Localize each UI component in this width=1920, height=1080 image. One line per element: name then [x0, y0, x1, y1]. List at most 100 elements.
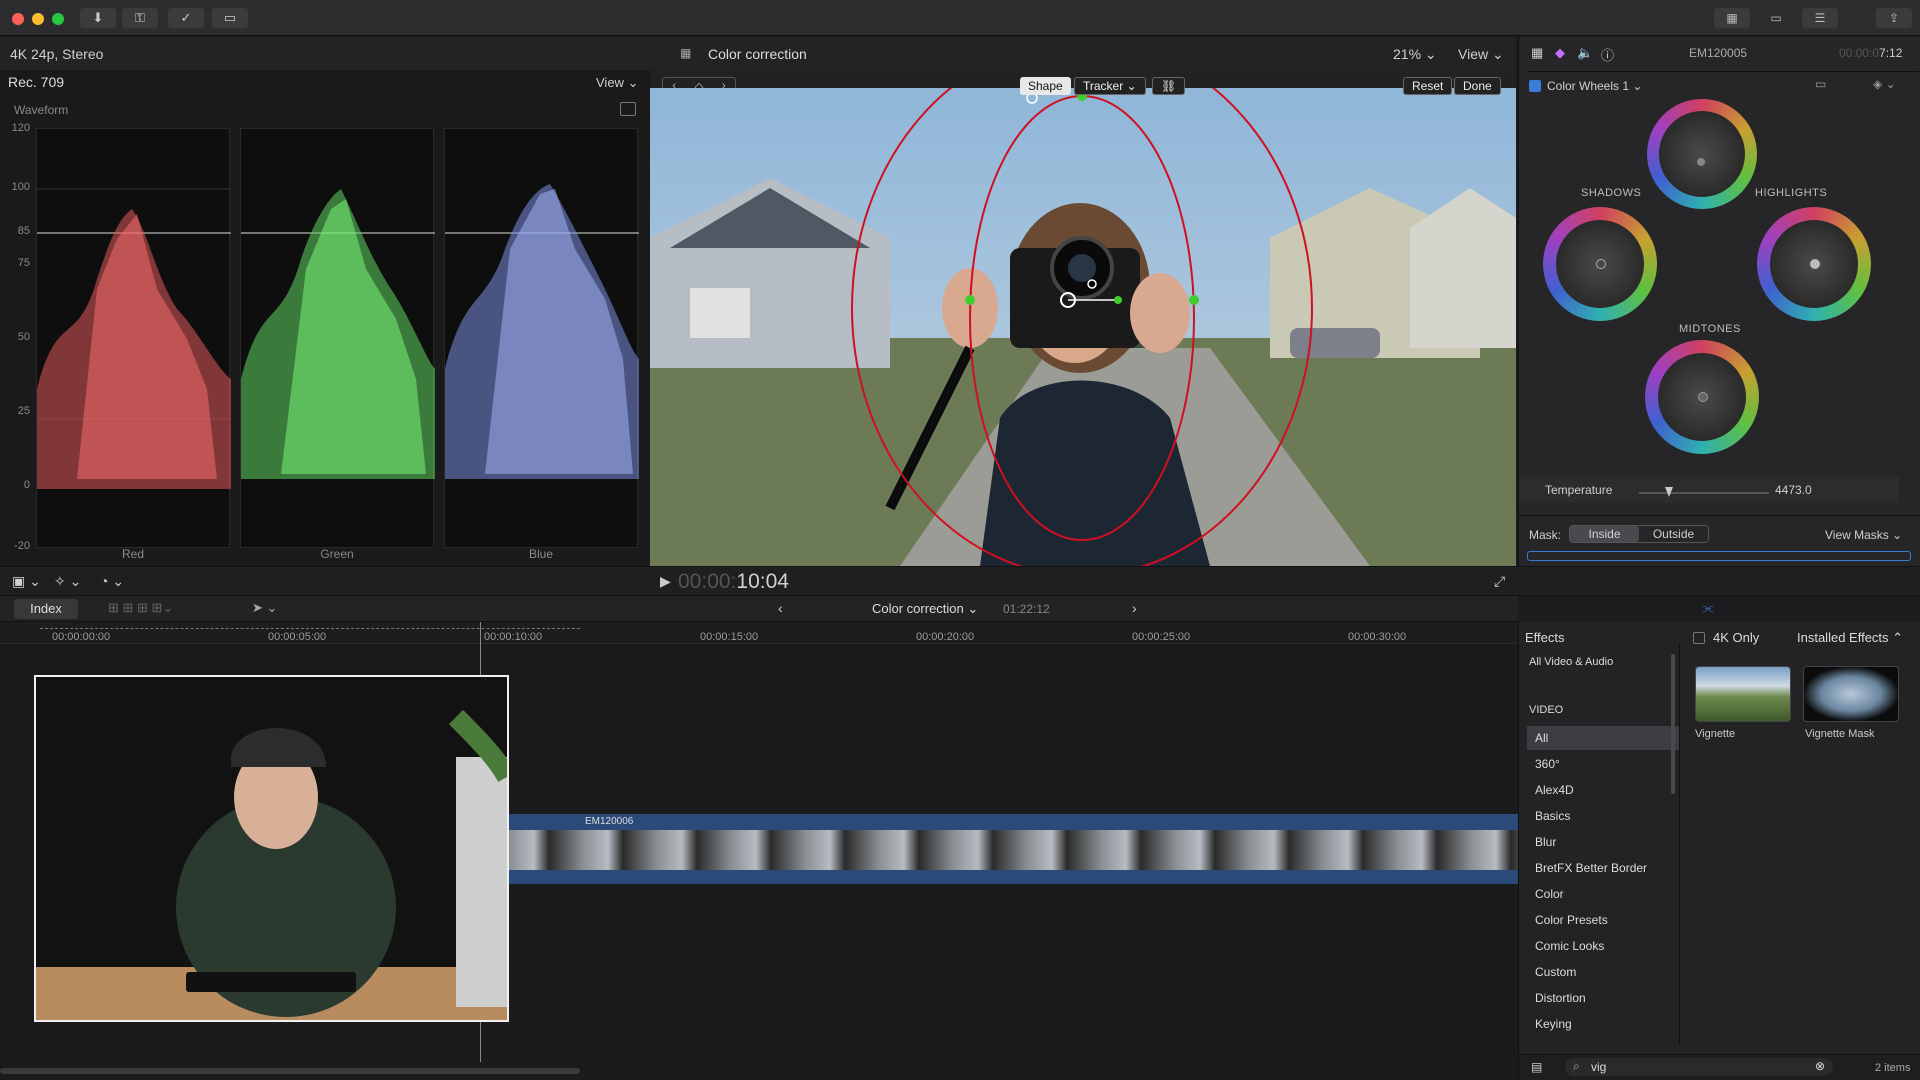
timeline[interactable]: EM120006 — [0, 622, 1518, 1080]
clip-name-label: EM120006 — [585, 816, 634, 827]
view-masks-menu[interactable]: View Masks ⌄ — [1825, 528, 1902, 542]
retime-icon[interactable]: ◔ ⌄ — [100, 573, 124, 590]
zoom-menu[interactable]: 21% ⌄ — [1393, 46, 1437, 63]
installed-effects-menu[interactable]: Installed Effects ⌃ — [1797, 630, 1903, 646]
zoom-window-button[interactable] — [52, 13, 64, 25]
timeline-toggle-icon[interactable]: ▭ — [1758, 8, 1794, 28]
color-space-label: Rec. 709 — [8, 74, 65, 90]
audio-inspector-icon[interactable]: 🔈 — [1577, 45, 1593, 61]
keywords-icon[interactable]: ⚿ — [122, 8, 158, 28]
import-icon[interactable]: ⬇ — [80, 8, 116, 28]
color-inspector: ▦ ◆ 🔈 ⓘ EM120005 00:00:07:12 Color Wheel… — [1518, 37, 1920, 566]
viewer-view-menu[interactable]: View ⌄ — [1458, 46, 1504, 63]
effect-menu[interactable]: Color Wheels 1 ⌄ — [1547, 79, 1642, 93]
fullscreen-icon[interactable]: ⤢ — [1494, 573, 1505, 590]
ruler-tick: 00:00:20:00 — [916, 631, 975, 643]
video-viewer[interactable]: ‹ ◇ › Shape Tracker ⌄ ⛓ Reset Done — [650, 70, 1516, 566]
share-icon[interactable]: ▭ — [212, 8, 248, 28]
play-button[interactable]: ▶ — [660, 573, 671, 590]
timecode-dim: 00:00: — [678, 570, 737, 593]
y-tick-label: 100 — [11, 181, 30, 193]
keyframe-icon[interactable]: ◈ ⌄ — [1873, 77, 1896, 91]
connected-clip-thumbnail[interactable] — [34, 675, 516, 1022]
search-icon: ⌕ — [1573, 1059, 1580, 1073]
project-menu[interactable]: Color correction ⌄ — [872, 601, 978, 617]
category-color-presets[interactable]: Color Presets — [1527, 908, 1679, 932]
enhance-icon[interactable]: ✧ ⌄ — [54, 573, 81, 590]
timeline-back-button[interactable]: ‹ — [778, 600, 783, 616]
sidebar-toggle-icon[interactable]: ▤ — [1531, 1060, 1542, 1074]
timeline-ruler[interactable] — [0, 622, 1518, 644]
effect-enable-checkbox[interactable] — [1529, 80, 1541, 92]
browser-toggle-icon[interactable]: ▦ — [1714, 8, 1750, 28]
all-video-audio[interactable]: All Video & Audio — [1529, 656, 1613, 668]
tracker-button[interactable]: Tracker ⌄ — [1074, 77, 1146, 95]
category-all[interactable]: All — [1527, 726, 1679, 750]
shadows-label: SHADOWS — [1581, 187, 1642, 199]
master-puck[interactable] — [1697, 158, 1705, 166]
channel-label-green: Green — [320, 547, 354, 561]
outside-button[interactable]: Outside — [1639, 526, 1708, 542]
shadows-puck[interactable] — [1596, 259, 1606, 269]
midtones-puck[interactable] — [1698, 392, 1708, 402]
connect-clip-icon[interactable]: ⊞ ⊞ ⊞ ⊞⌄ — [108, 600, 173, 616]
search-field[interactable]: ⌕ vig ⊗ — [1565, 1058, 1833, 1076]
category-scrollbar[interactable] — [1671, 654, 1675, 794]
clip-filmstrip — [509, 830, 1518, 870]
search-input[interactable]: vig — [1591, 1060, 1606, 1074]
shape-button[interactable]: Shape — [1020, 77, 1071, 95]
timeline-toolbar: Index ⊞ ⊞ ⊞ ⊞⌄ ➤ ⌄ ‹ Color correction ⌄ … — [0, 596, 1715, 710]
category-basics[interactable]: Basics — [1527, 804, 1679, 828]
inside-button[interactable]: Inside — [1570, 526, 1639, 542]
item-count: 2 items — [1875, 1062, 1911, 1074]
master-wheel-center — [1659, 111, 1745, 197]
category-distortion[interactable]: Distortion — [1527, 986, 1679, 1010]
4k-only-label: 4K Only — [1713, 630, 1760, 645]
channel-label-red: Red — [121, 547, 144, 561]
category-comic-looks[interactable]: Comic Looks — [1527, 934, 1679, 958]
inspector-toggle-icon[interactable]: ☰ — [1802, 8, 1838, 28]
mask-mode-segmented[interactable]: Inside Outside — [1569, 525, 1709, 543]
scope-header: 4K 24p, Stereo — [0, 37, 650, 70]
mask-icon[interactable]: ▭ — [1815, 77, 1826, 91]
transform-icon[interactable]: ▣ ⌄ — [12, 573, 41, 590]
blue-waveform — [444, 128, 639, 548]
4k-only-checkbox[interactable] — [1693, 632, 1705, 644]
timecode: 10:04 — [736, 570, 789, 593]
category-360[interactable]: 360° — [1527, 752, 1679, 776]
highlights-puck[interactable] — [1810, 259, 1820, 269]
category-color[interactable]: Color — [1527, 882, 1679, 906]
timeline-scrollbar[interactable] — [0, 1068, 580, 1074]
minimize-window-button[interactable] — [32, 13, 44, 25]
temperature-value[interactable]: 4473.0 — [1775, 483, 1812, 497]
temperature-slider[interactable] — [1639, 492, 1769, 494]
info-icon[interactable]: ⓘ — [1601, 45, 1614, 64]
primary-clip[interactable]: EM120006 — [509, 814, 1518, 884]
mask-label: Mask: — [1529, 528, 1562, 542]
reset-button[interactable]: Reset — [1403, 77, 1453, 95]
category-keying[interactable]: Keying — [1527, 1012, 1679, 1036]
scope-view-menu[interactable]: View ⌄ — [596, 75, 638, 91]
category-alex4d[interactable]: Alex4D — [1527, 778, 1679, 802]
vignette-mask-thumbnail[interactable] — [1803, 666, 1899, 722]
category-bretfx[interactable]: BretFX Better Border — [1527, 856, 1679, 880]
viewer-header: ▦ Color correction 21% ⌄ View ⌄ — [650, 37, 1516, 70]
vignette-thumbnail[interactable] — [1695, 666, 1791, 722]
mask-row[interactable] — [1527, 551, 1911, 561]
y-tick-label: 75 — [17, 257, 30, 269]
color-inspector-icon[interactable]: ◆ — [1555, 45, 1565, 61]
scope-settings-icon[interactable] — [620, 102, 636, 116]
effects-browser: Effects 4K Only Installed Effects ⌃ All … — [1518, 622, 1920, 1080]
index-button[interactable]: Index — [14, 599, 78, 619]
analyze-icon[interactable]: ✓ — [168, 8, 204, 28]
category-custom[interactable]: Custom — [1527, 960, 1679, 984]
select-tool-icon[interactable]: ➤ ⌄ — [252, 600, 277, 616]
clear-search-icon[interactable]: ⊗ — [1815, 1059, 1825, 1073]
export-icon[interactable]: ⇪ — [1876, 8, 1912, 28]
link-icon[interactable]: ⛓ — [1152, 77, 1186, 95]
category-blur[interactable]: Blur — [1527, 830, 1679, 854]
timeline-forward-button[interactable]: › — [1132, 600, 1137, 616]
done-button[interactable]: Done — [1454, 77, 1501, 95]
video-inspector-icon[interactable]: ▦ — [1531, 45, 1543, 61]
close-window-button[interactable] — [12, 13, 24, 25]
